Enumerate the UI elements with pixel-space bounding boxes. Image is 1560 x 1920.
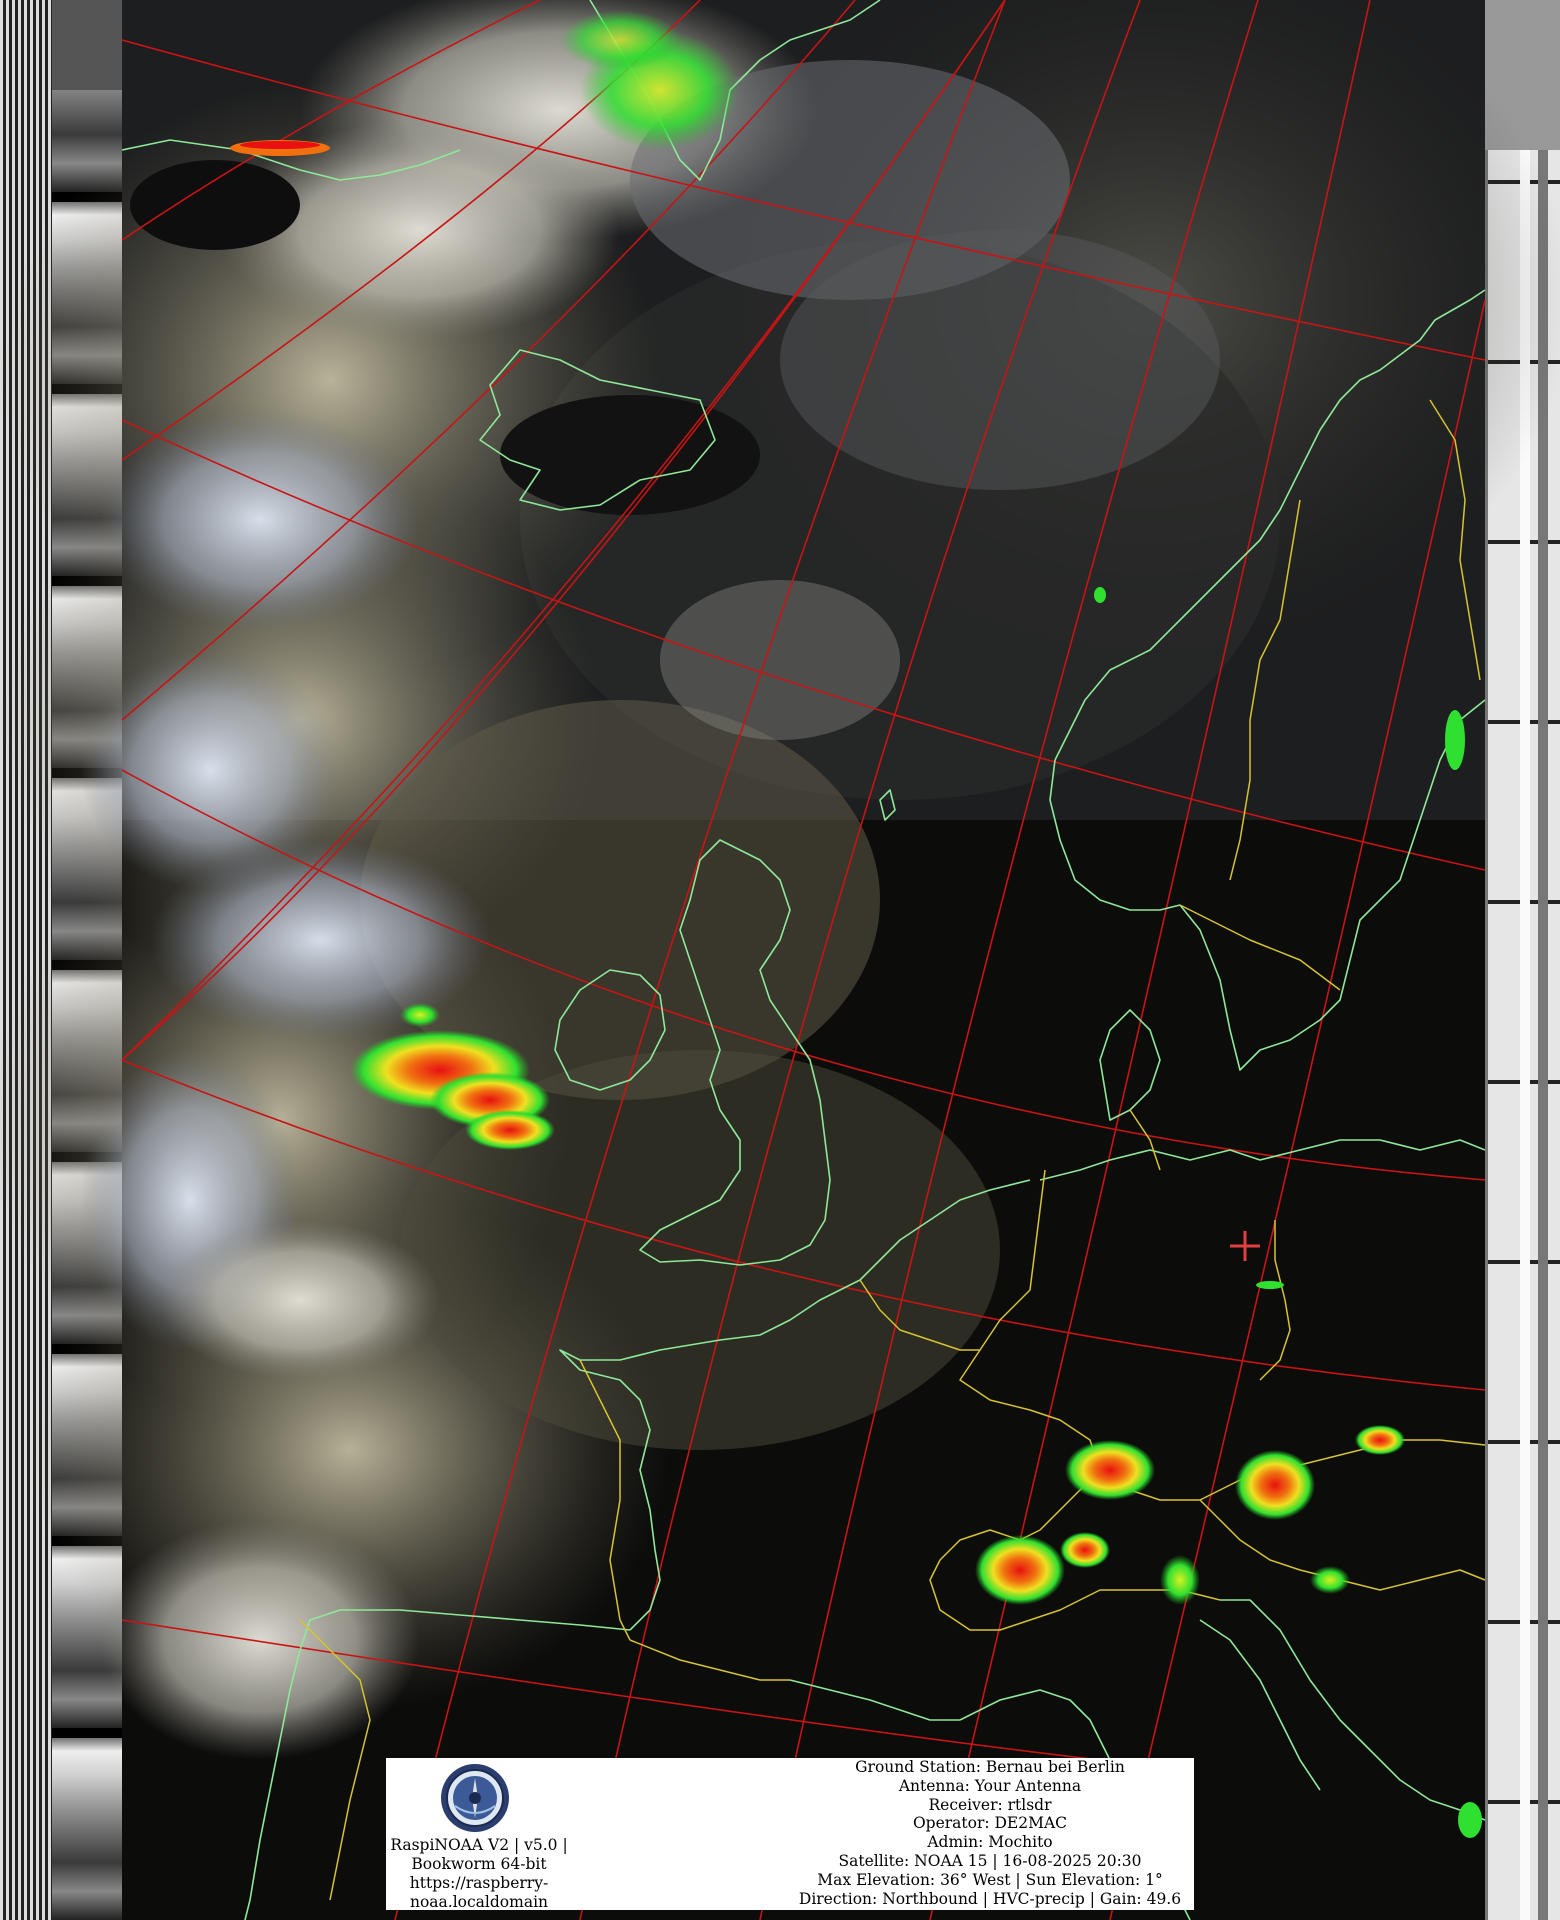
- weather-map: [0, 0, 1560, 1920]
- pass-details: Ground Station: Bernau bei Berlin Antenn…: [786, 1758, 1194, 1910]
- pass-info-panel: RaspiNOAA V2 | v5.0 | Bookworm 64-bit ht…: [386, 1758, 1194, 1911]
- software-line-2: Bookworm 64-bit: [411, 1855, 547, 1873]
- satellite-image: RaspiNOAA V2 | v5.0 | Bookworm 64-bit ht…: [0, 0, 1560, 1920]
- antenna-text: Antenna: Your Antenna: [898, 1776, 1082, 1795]
- operator-text: Operator: DE2MAC: [912, 1814, 1068, 1833]
- raspinoaa-seal-icon: [441, 1764, 509, 1832]
- image-area: [0, 0, 1560, 1920]
- software-line-4: noaa.localdomain: [409, 1893, 549, 1911]
- software-line-1: RaspiNOAA V2 | v5.0 |: [390, 1836, 568, 1854]
- admin-text: Admin: Mochito: [927, 1833, 1053, 1852]
- software-line-3: https://raspberry-: [409, 1874, 549, 1892]
- receiver-text: Receiver: rtlsdr: [928, 1795, 1052, 1814]
- elevation-text: Max Elevation: 36° West | Sun Elevation:…: [817, 1870, 1163, 1889]
- ground-station-text: Ground Station: Bernau bei Berlin: [855, 1758, 1125, 1776]
- direction-text: Direction: Northbound | HVC-precip | Gai…: [798, 1889, 1182, 1908]
- satellite-text: Satellite: NOAA 15 | 16-08-2025 20:30: [838, 1851, 1142, 1870]
- software-info: RaspiNOAA V2 | v5.0 | Bookworm 64-bit ht…: [386, 1758, 572, 1911]
